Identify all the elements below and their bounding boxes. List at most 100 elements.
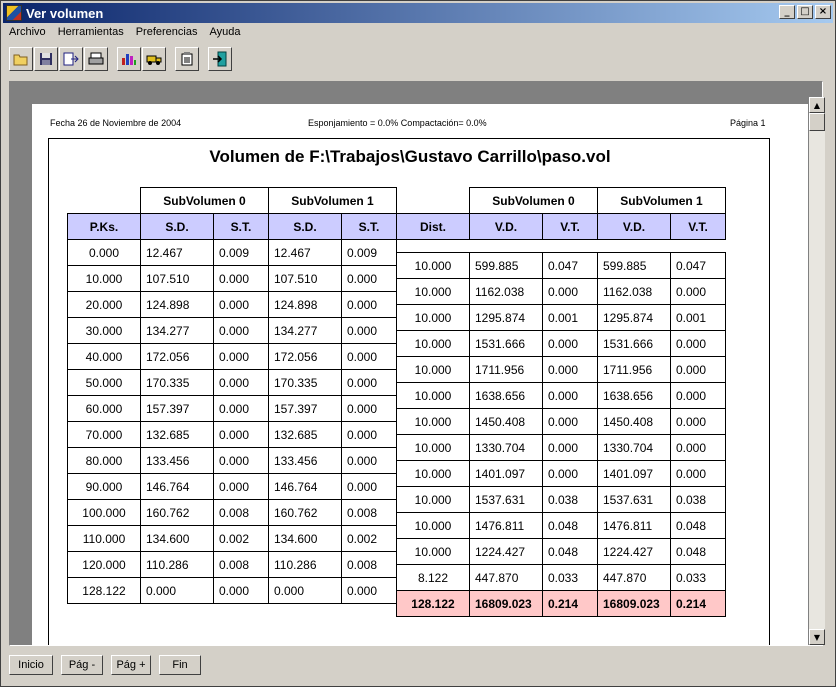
table-cell: 1224.427 [597, 538, 671, 565]
table-cell: 1638.656 [469, 382, 543, 409]
table-cell: 172.056 [268, 343, 342, 370]
table-cell: 10.000 [396, 486, 470, 513]
table-cell: 1476.811 [469, 512, 543, 539]
left-volume-table: SubVolumen 0 SubVolumen 1 P.Ks. S.D. S.T… [67, 187, 397, 604]
table-cell: 0.000 [67, 239, 141, 266]
bar-chart-icon[interactable] [117, 47, 141, 71]
exit-icon[interactable] [208, 47, 232, 71]
table-cell: 1711.956 [469, 356, 543, 383]
table-cell: 0.000 [341, 343, 397, 370]
table-cell: 1476.811 [597, 512, 671, 539]
table-row: 10.000 599.885 0.047 599.885 0.047 [396, 252, 726, 279]
table-cell: 0.047 [670, 252, 726, 279]
table-row: 10.000 1531.666 0.000 1531.666 0.000 [396, 330, 726, 357]
table-cell: 0.000 [213, 395, 269, 422]
report-page-number: Página 1 [730, 118, 766, 128]
report-viewer[interactable]: Fecha 26 de Noviembre de 2004 Esponjamie… [9, 81, 823, 646]
table-row: 128.122 0.000 0.000 0.000 0.000 [67, 577, 397, 604]
export-icon[interactable] [59, 47, 83, 71]
total-row: 128.122 16809.023 0.214 16809.023 0.214 [396, 590, 726, 617]
table-row: 110.000 134.600 0.002 134.600 0.002 [67, 525, 397, 552]
minimize-button[interactable]: _ [779, 5, 795, 19]
table-cell: 124.898 [268, 291, 342, 318]
table-row: 40.000 172.056 0.000 172.056 0.000 [67, 343, 397, 370]
table-cell: 0.000 [341, 265, 397, 292]
table-cell: 110.286 [268, 551, 342, 578]
close-button[interactable]: × [815, 5, 831, 19]
table-cell: 157.397 [140, 395, 214, 422]
print-icon[interactable] [84, 47, 108, 71]
table-cell: 20.000 [67, 291, 141, 318]
save-icon[interactable] [34, 47, 58, 71]
fin-button[interactable]: Fin [159, 655, 201, 675]
table-cell: 133.456 [140, 447, 214, 474]
table-cell: 10.000 [396, 252, 470, 279]
scroll-thumb[interactable] [809, 113, 825, 131]
table-cell: 0.000 [213, 317, 269, 344]
scroll-down-arrow-icon[interactable]: ▼ [809, 629, 825, 645]
menu-preferencias[interactable]: Preferencias [130, 24, 204, 43]
table-cell: 0.048 [670, 538, 726, 565]
inicio-button[interactable]: Inicio [9, 655, 53, 675]
table-row: 70.000 132.685 0.000 132.685 0.000 [67, 421, 397, 448]
table-row: 10.000 1162.038 0.000 1162.038 0.000 [396, 278, 726, 305]
open-folder-icon[interactable] [9, 47, 33, 71]
app-icon [6, 5, 22, 21]
total-cell: 128.122 [396, 590, 470, 617]
table-cell: 0.048 [542, 512, 598, 539]
prev-page-button[interactable]: Pág - [61, 655, 103, 675]
menu-herramientas[interactable]: Herramientas [52, 24, 130, 43]
menu-archivo[interactable]: Archivo [3, 24, 52, 43]
table-row: 90.000 146.764 0.000 146.764 0.000 [67, 473, 397, 500]
table-cell: 0.000 [670, 382, 726, 409]
table-cell: 1162.038 [469, 278, 543, 305]
table-cell: 1638.656 [597, 382, 671, 409]
table-row: 10.000 1711.956 0.000 1711.956 0.000 [396, 356, 726, 383]
table-cell: 132.685 [268, 421, 342, 448]
table-cell: 0.000 [542, 330, 598, 357]
table-row: 60.000 157.397 0.000 157.397 0.000 [67, 395, 397, 422]
table-cell: 1450.408 [597, 408, 671, 435]
table-cell: 0.000 [341, 395, 397, 422]
table-row: 10.000 1295.874 0.001 1295.874 0.001 [396, 304, 726, 331]
table-cell: 146.764 [140, 473, 214, 500]
table-cell: 0.000 [341, 291, 397, 318]
table-cell: 10.000 [396, 330, 470, 357]
table-row: 50.000 170.335 0.000 170.335 0.000 [67, 369, 397, 396]
table-row: 20.000 124.898 0.000 124.898 0.000 [67, 291, 397, 318]
maximize-button[interactable]: □ [797, 5, 813, 19]
table-cell: 133.456 [268, 447, 342, 474]
table-cell: 0.033 [670, 564, 726, 591]
table-cell: 599.885 [597, 252, 671, 279]
column-header: S.T. [341, 213, 397, 240]
menu-ayuda[interactable]: Ayuda [203, 24, 246, 43]
table-row: 0.000 12.467 0.009 12.467 0.009 [67, 239, 397, 266]
report-title: Volumen de F:\Trabajos\Gustavo Carrillo\… [209, 147, 611, 166]
column-header: S.D. [268, 213, 342, 240]
clipboard-icon[interactable] [175, 47, 199, 71]
table-row: 10.000 1537.631 0.038 1537.631 0.038 [396, 486, 726, 513]
vertical-scrollbar[interactable]: ▲ ▼ [809, 97, 825, 645]
table-cell: 1330.704 [469, 434, 543, 461]
table-cell: 110.286 [140, 551, 214, 578]
subvolumen-0-header: SubVolumen 0 [469, 187, 598, 214]
table-cell: 40.000 [67, 343, 141, 370]
truck-icon[interactable] [142, 47, 166, 71]
table-cell: 132.685 [140, 421, 214, 448]
table-cell: 0.000 [542, 460, 598, 487]
table-cell: 0.000 [268, 577, 342, 604]
table-cell: 110.000 [67, 525, 141, 552]
table-cell: 134.277 [140, 317, 214, 344]
table-cell: 0.000 [341, 577, 397, 604]
column-header: S.D. [140, 213, 214, 240]
table-cell: 0.000 [341, 473, 397, 500]
table-cell: 172.056 [140, 343, 214, 370]
column-header: V.D. [469, 213, 543, 240]
table-row: 10.000 1401.097 0.000 1401.097 0.000 [396, 460, 726, 487]
table-cell: 160.762 [268, 499, 342, 526]
next-page-button[interactable]: Pág + [111, 655, 151, 675]
scroll-up-arrow-icon[interactable]: ▲ [809, 97, 825, 113]
table-cell: 0.000 [670, 434, 726, 461]
table-cell: 0.000 [213, 473, 269, 500]
report-esponjamiento: Esponjamiento = 0.0% Compactación= 0.0% [308, 118, 487, 128]
